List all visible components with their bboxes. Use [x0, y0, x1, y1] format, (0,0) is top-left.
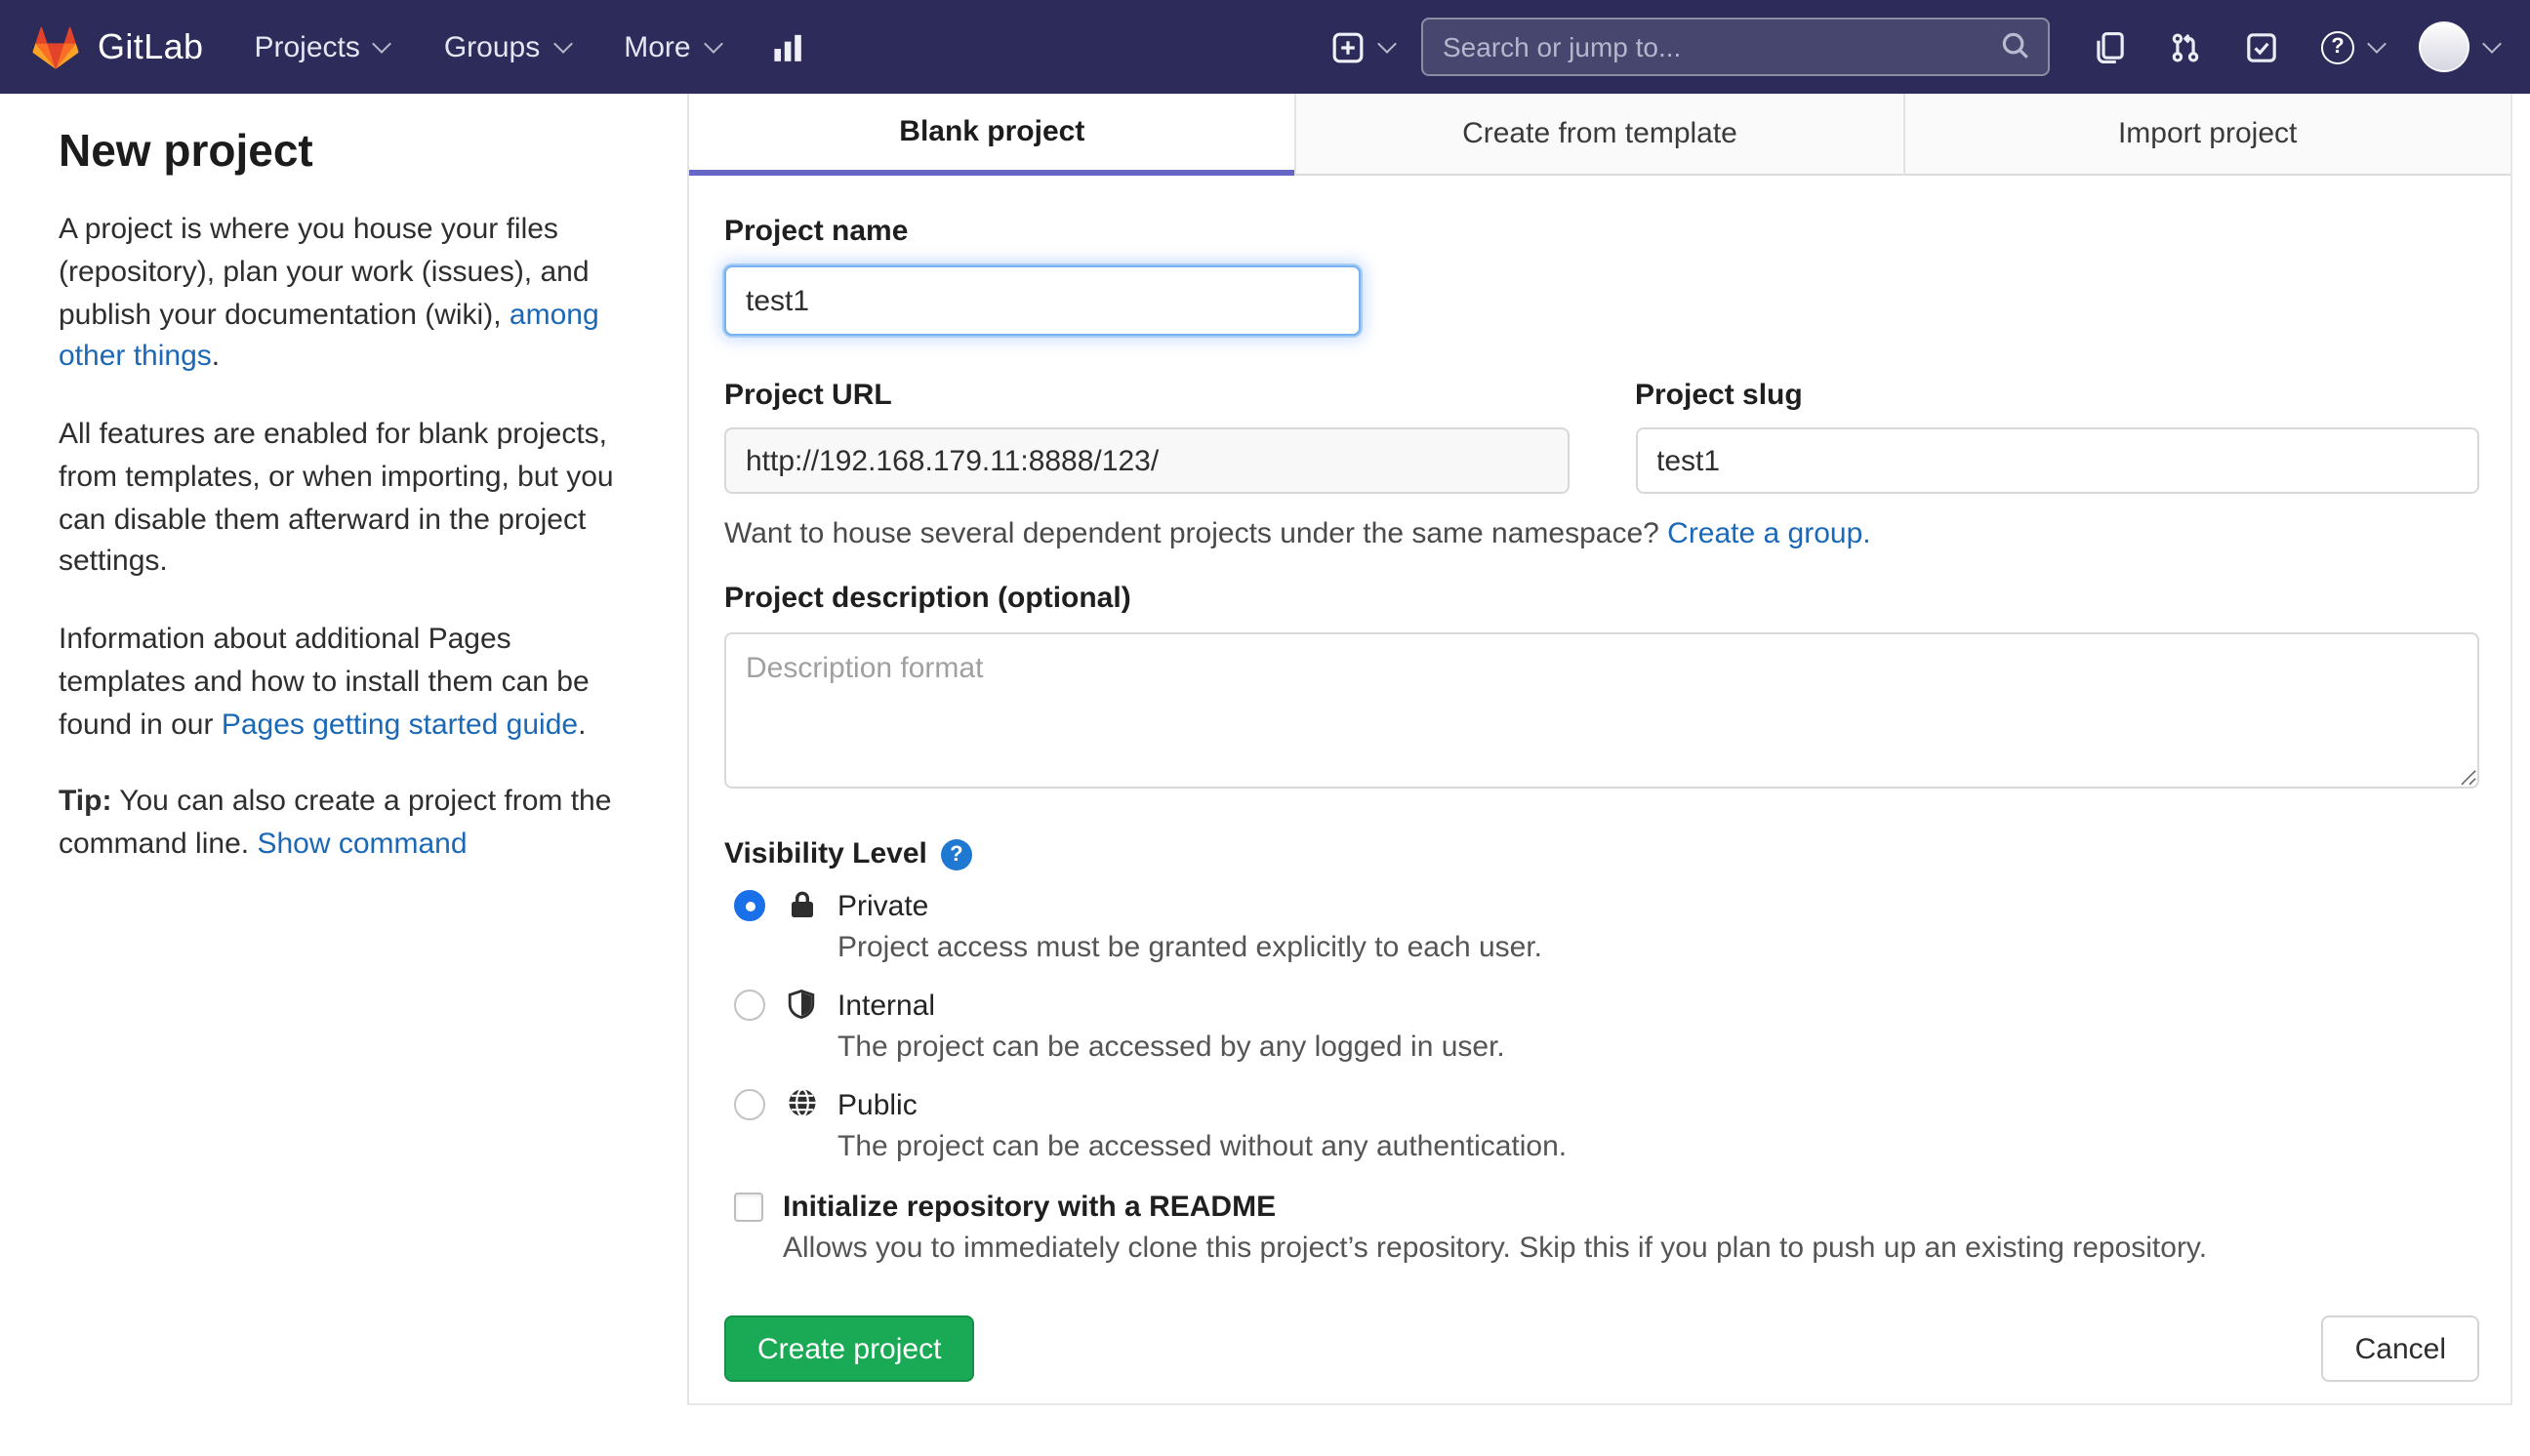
visibility-option-text: Private Project access must be granted e… [837, 886, 1542, 968]
shield-icon [787, 988, 822, 1021]
new-project-panel: Blank project Create from template Impor… [687, 94, 2512, 1405]
visibility-options: Private Project access must be granted e… [724, 886, 2479, 1167]
private-radio[interactable] [734, 890, 765, 921]
sidebar-tip: Tip: You can also create a project from … [59, 782, 636, 867]
main-menu: Projects Groups More [254, 30, 723, 63]
tab-create-from-template[interactable]: Create from template [1294, 94, 1903, 176]
project-name-input[interactable] [724, 265, 1361, 336]
private-option-label[interactable]: Private [837, 886, 1542, 927]
gitlab-home-link[interactable]: GitLab [31, 22, 203, 71]
help-icon [2321, 30, 2354, 63]
page-title: New project [59, 125, 313, 176]
visibility-option-text: Internal The project can be accessed by … [837, 986, 1505, 1068]
project-slug-input[interactable] [1635, 427, 2479, 494]
internal-radio[interactable] [734, 990, 765, 1021]
visibility-option-internal[interactable]: Internal The project can be accessed by … [724, 986, 2479, 1068]
paragraph-text: . [578, 708, 587, 741]
tab-import-project[interactable]: Import project [1902, 94, 2510, 176]
navbar-left: GitLab Projects Groups More [31, 22, 804, 71]
new-project-form: Project name Project URL Project slug Wa… [689, 176, 2510, 1415]
chevron-down-icon [2367, 33, 2387, 53]
cancel-button[interactable]: Cancel [2321, 1315, 2479, 1382]
navbar-right [1331, 18, 2502, 76]
initialize-readme-checkbox[interactable] [734, 1193, 763, 1222]
private-option-description: Project access must be granted explicitl… [837, 931, 1543, 964]
issues-icon[interactable] [2093, 30, 2126, 63]
gitlab-tanuki-icon [31, 22, 80, 71]
search-box[interactable] [1421, 18, 2050, 76]
namespace-hint: Want to house several dependent projects… [724, 517, 2479, 550]
create-a-group-link[interactable]: Create a group. [1667, 517, 1870, 550]
project-description-textarea[interactable] [724, 632, 2479, 789]
description-sidebar: New project A project is where you house… [0, 94, 687, 902]
nav-projects[interactable]: Projects [254, 30, 392, 63]
public-option-label[interactable]: Public [837, 1085, 1567, 1126]
sidebar-paragraph-2: All features are enabled for blank proje… [59, 418, 614, 579]
nav-more[interactable]: More [624, 30, 723, 63]
avatar [2419, 21, 2469, 72]
public-option-description: The project can be accessed without any … [837, 1130, 1568, 1163]
help-menu-button[interactable] [2321, 30, 2387, 63]
visibility-help-icon[interactable] [940, 838, 972, 870]
brand-title: GitLab [98, 26, 204, 65]
visibility-option-text: Public The project can be accessed witho… [837, 1085, 1567, 1167]
form-actions: Create project Cancel [724, 1315, 2479, 1415]
gitlab-new-project-page: GitLab Projects Groups More Search or ju… [0, 0, 2530, 1456]
nav-groups[interactable]: Groups [443, 30, 573, 63]
initialize-readme-description: Allows you to immediately clone this pro… [783, 1232, 2208, 1265]
project-slug-field: Project slug [1635, 379, 2479, 494]
chevron-down-icon [2482, 33, 2502, 53]
nav-groups-label: Groups [443, 30, 541, 63]
create-project-button[interactable]: Create project [724, 1315, 975, 1382]
visibility-level-row: Visibility Level [724, 837, 2479, 870]
visibility-option-public[interactable]: Public The project can be accessed witho… [724, 1085, 2479, 1167]
chevron-down-icon [703, 33, 723, 53]
merge-requests-icon[interactable] [2169, 30, 2202, 63]
todos-icon[interactable] [2245, 30, 2278, 63]
url-slug-row: Project URL Project slug [724, 379, 2479, 494]
plus-square-icon [1331, 30, 1365, 63]
show-command-link[interactable]: Show command [257, 828, 467, 861]
tip-label: Tip: [59, 785, 112, 819]
nav-more-label: More [624, 30, 691, 63]
visibility-level-label: Visibility Level [724, 837, 927, 870]
globe-icon [787, 1087, 822, 1118]
search-icon [2001, 31, 2030, 66]
project-url-input[interactable] [724, 427, 1569, 494]
project-slug-label: Project slug [1635, 379, 1803, 412]
internal-option-description: The project can be accessed by any logge… [837, 1031, 1505, 1064]
sidebar-paragraph-3: Information about additional Pages templ… [59, 619, 636, 747]
chevron-down-icon [1377, 33, 1397, 53]
nav-projects-label: Projects [254, 30, 360, 63]
page-body: New project A project is where you house… [0, 94, 2530, 1405]
paragraph-text: . [211, 340, 221, 374]
hint-text: Want to house several dependent projects… [724, 517, 1668, 550]
search-input[interactable] [1423, 20, 2048, 74]
initialize-readme-row[interactable]: Initialize repository with a README Allo… [724, 1187, 2479, 1269]
sidebar-paragraph-1: A project is where you house your files … [59, 209, 636, 379]
charts-icon[interactable] [771, 30, 804, 63]
chevron-down-icon [372, 33, 392, 53]
initialize-readme-label[interactable]: Initialize repository with a README [783, 1187, 2207, 1228]
tab-blank-project[interactable]: Blank project [689, 94, 1295, 176]
visibility-option-private[interactable]: Private Project access must be granted e… [724, 886, 2479, 968]
project-type-tabs: Blank project Create from template Impor… [689, 94, 2510, 176]
pages-getting-started-guide-link[interactable]: Pages getting started guide [222, 708, 578, 741]
readme-text: Initialize repository with a README Allo… [783, 1187, 2207, 1269]
top-navbar: GitLab Projects Groups More [0, 0, 2530, 94]
project-url-field: Project URL [724, 379, 1569, 494]
internal-option-label[interactable]: Internal [837, 986, 1505, 1027]
lock-icon [787, 888, 822, 921]
user-menu-button[interactable] [2419, 21, 2502, 72]
project-url-label: Project URL [724, 379, 892, 412]
project-name-label: Project name [724, 215, 909, 248]
project-description-label: Project description (optional) [724, 582, 1131, 615]
new-menu-button[interactable] [1331, 30, 1397, 63]
chevron-down-icon [552, 33, 573, 53]
public-radio[interactable] [734, 1089, 765, 1120]
